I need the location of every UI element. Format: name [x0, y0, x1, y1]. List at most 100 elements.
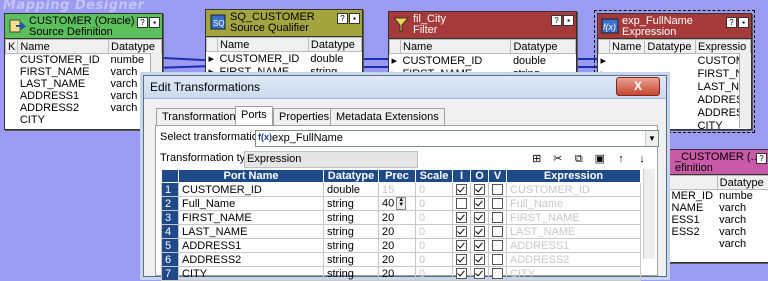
port-row[interactable]: 4LAST_NAMEstring200LAST_NAME [162, 225, 641, 239]
tab-transformation[interactable]: Transformation [156, 108, 242, 126]
port-row[interactable]: ESS2varch [670, 226, 768, 238]
scale-cell[interactable]: 0 [416, 225, 453, 239]
input-port-cell[interactable] [453, 183, 471, 197]
input-port-cell[interactable] [453, 197, 471, 211]
help-button[interactable]: ? [137, 17, 148, 28]
fil-city-filter[interactable]: fil_City Filter ?▪ NameDatatype ▸CUSTOME… [388, 11, 577, 77]
precision-cell[interactable]: 40▲▼ [379, 197, 416, 211]
sq-customer-source-qualifier[interactable]: SQ SQ_CUSTOMER Source Qualifier ?▪ NameD… [205, 9, 363, 77]
move-down-icon[interactable]: ↓ [633, 153, 651, 165]
move-up-icon[interactable]: ↑ [612, 153, 630, 165]
checkbox-o[interactable] [474, 240, 485, 251]
checkbox-v[interactable] [492, 212, 503, 223]
object-header[interactable]: SQ SQ_CUSTOMER Source Qualifier ?▪ [206, 10, 362, 37]
checkbox-v[interactable] [492, 240, 503, 251]
checkbox-i[interactable] [456, 254, 467, 265]
checkbox-o[interactable] [474, 212, 485, 223]
output-port-cell[interactable] [471, 239, 489, 253]
cut-icon[interactable]: ✂ [549, 152, 567, 165]
checkbox-i[interactable] [456, 226, 467, 237]
expression-cell[interactable]: ADDRESS2 [507, 253, 641, 267]
expression-cell[interactable]: CUSTOMER_ID [507, 183, 641, 197]
checkbox-o[interactable] [474, 184, 485, 195]
grid-scrollbar[interactable] [643, 169, 655, 259]
expression-cell[interactable]: FIRST_NAME [507, 211, 641, 225]
help-button[interactable]: ? [726, 17, 737, 28]
scale-cell[interactable]: 0 [416, 197, 453, 211]
checkbox-v[interactable] [492, 184, 503, 195]
variable-port-cell[interactable] [489, 183, 507, 197]
datatype-cell[interactable]: string [324, 253, 379, 267]
dialog-titlebar[interactable]: Edit Transformations X [144, 76, 666, 99]
port-row[interactable]: MER_IDnumbe [670, 190, 768, 203]
input-port-cell[interactable] [453, 225, 471, 239]
output-port-cell[interactable] [471, 253, 489, 267]
datatype-cell[interactable]: double [324, 183, 379, 197]
copy-icon[interactable]: ⧉ [570, 153, 588, 166]
minimize-button[interactable]: ▪ [349, 13, 360, 24]
variable-port-cell[interactable] [489, 211, 507, 225]
port-row[interactable]: 1CUSTOMER_IDdouble150CUSTOMER_ID [162, 183, 641, 197]
port-row[interactable]: CUSTOMER_IDnumbe [6, 54, 162, 67]
port-row[interactable]: ▸CUSTOM [599, 54, 751, 68]
output-port-cell[interactable] [471, 211, 489, 225]
variable-port-cell[interactable] [489, 253, 507, 267]
precision-spinner[interactable]: ▲▼ [396, 197, 406, 210]
customer-source-definition[interactable]: CUSTOMER (Oracle) Source Definition ?▪ K… [4, 13, 163, 130]
new-port-icon[interactable]: ⊞ [528, 152, 546, 165]
expression-cell[interactable]: LAST_NAME [507, 225, 641, 239]
checkbox-i[interactable] [456, 240, 467, 251]
output-port-cell[interactable] [471, 197, 489, 211]
select-transformation-dropdown[interactable]: f(x) exp_FullName ▼ [255, 130, 659, 147]
port-row[interactable]: varch [670, 238, 768, 250]
precision-cell[interactable]: 20 [379, 253, 416, 267]
checkbox-v[interactable] [492, 198, 503, 209]
help-button[interactable]: ? [756, 153, 767, 164]
object-header[interactable]: _CUSTOMER (... efinition ? [669, 150, 768, 175]
checkbox-i[interactable] [456, 198, 467, 209]
expression-cell[interactable]: Full_Name [507, 197, 641, 211]
output-port-cell[interactable] [471, 183, 489, 197]
checkbox-i[interactable] [456, 184, 467, 195]
datatype-cell[interactable]: string [324, 197, 379, 211]
port-row[interactable]: ADDRESS1varch [6, 90, 162, 102]
port-row[interactable]: NAMEvarch [670, 202, 768, 214]
scale-cell[interactable]: 0 [416, 211, 453, 225]
datatype-cell[interactable]: string [324, 225, 379, 239]
port-name-cell[interactable]: LAST_NAME [179, 225, 324, 239]
input-port-cell[interactable] [453, 211, 471, 225]
chevron-down-icon[interactable]: ▼ [645, 131, 658, 146]
output-port-cell[interactable] [471, 225, 489, 239]
port-row[interactable]: ESS1varch [670, 214, 768, 226]
checkbox-v[interactable] [492, 268, 503, 279]
port-name-cell[interactable]: ADDRESS2 [179, 253, 324, 267]
port-name-cell[interactable]: FIRST_NAME [179, 211, 324, 225]
scale-cell[interactable]: 0 [416, 253, 453, 267]
help-button[interactable]: ? [551, 15, 562, 26]
port-name-cell[interactable]: ADDRESS1 [179, 239, 324, 253]
variable-port-cell[interactable] [489, 225, 507, 239]
port-row[interactable]: FIRST_NAMEvarch [6, 66, 162, 78]
precision-cell[interactable]: 20 [379, 239, 416, 253]
edit-transformations-dialog[interactable]: Edit Transformations X Transformation Po… [143, 75, 667, 277]
variable-port-cell[interactable] [489, 239, 507, 253]
port-row[interactable]: CITY [6, 114, 162, 126]
checkbox-o[interactable] [474, 198, 485, 209]
checkbox-o[interactable] [474, 226, 485, 237]
datatype-cell[interactable]: string [324, 239, 379, 253]
object-header[interactable]: f(x) exp_FullName Expression ?▪ [598, 14, 751, 39]
scale-cell[interactable]: 0 [416, 183, 453, 197]
port-name-cell[interactable]: CUSTOMER_ID [179, 183, 324, 197]
minimize-button[interactable]: ▪ [563, 15, 574, 26]
tab-properties[interactable]: Properties [273, 108, 335, 126]
close-button[interactable]: X [616, 77, 660, 96]
precision-cell[interactable]: 20 [379, 225, 416, 239]
vertical-scrollbar[interactable] [739, 53, 751, 128]
precision-cell[interactable]: 15 [379, 183, 416, 197]
checkbox-o[interactable] [474, 268, 485, 279]
precision-cell[interactable]: 20 [379, 211, 416, 225]
tab-ports[interactable]: Ports [235, 106, 273, 127]
input-port-cell[interactable] [453, 239, 471, 253]
checkbox-i[interactable] [456, 212, 467, 223]
minimize-button[interactable]: ▪ [738, 17, 749, 28]
